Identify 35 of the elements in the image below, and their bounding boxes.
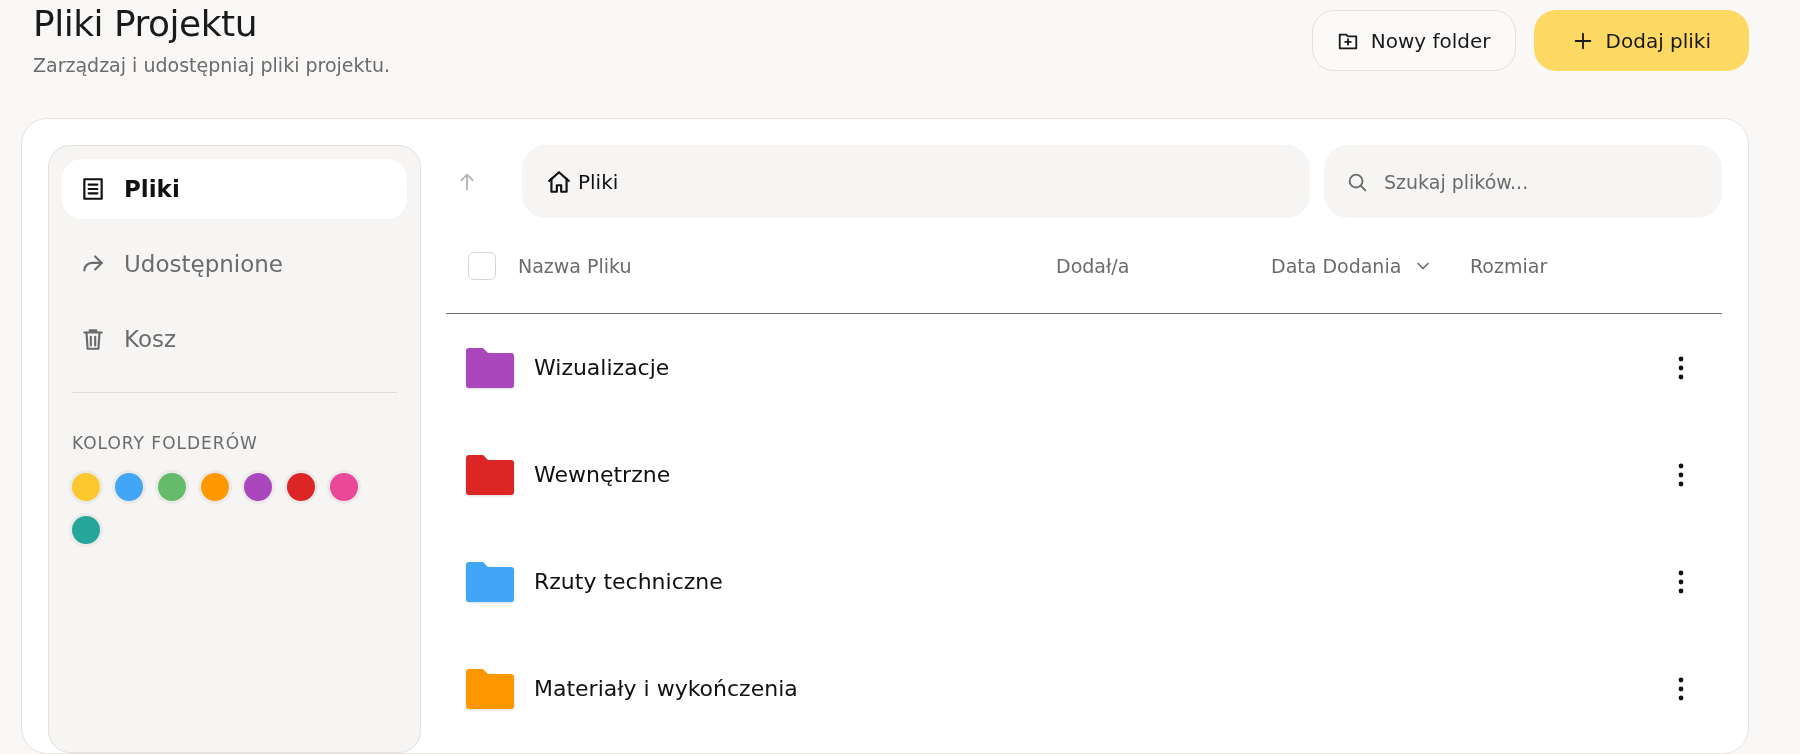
column-header[interactable]: Dodał/a [1056,254,1271,277]
column-header[interactable]: Data Dodania [1271,254,1470,277]
new-folder-button[interactable]: Nowy folder [1311,10,1516,71]
add-files-button[interactable]: Dodaj pliki [1533,10,1749,71]
color-swatch[interactable] [72,473,100,501]
sidebar-item[interactable]: Pliki [62,159,407,219]
more-options-icon[interactable] [1678,569,1684,594]
page-subtitle: Zarządzaj i udostępniaj pliki projektu. [33,54,391,76]
color-swatch[interactable] [115,473,143,501]
search-field[interactable]: Szukaj plików... [1382,169,1700,194]
folder-name[interactable]: Rzuty techniczne [534,569,1670,594]
document-icon [80,176,106,202]
more-options-icon[interactable] [1678,462,1684,487]
breadcrumb-link[interactable]: Pliki [522,145,1310,218]
home-icon [546,168,572,195]
color-swatch[interactable] [244,473,272,501]
color-swatch[interactable] [287,473,315,501]
column-header[interactable]: Rozmiar [1470,254,1548,277]
color-swatch[interactable] [201,473,229,501]
color-swatch[interactable] [72,516,100,544]
sidebar-item[interactable]: Kosz [62,309,407,369]
trash-icon [80,326,106,352]
more-options-icon[interactable] [1678,676,1684,701]
folder-name[interactable]: Materiały i wykończenia [534,676,1670,701]
folder-name[interactable]: Wizualizacje [534,355,1670,380]
color-swatch[interactable] [330,473,358,501]
color-swatch[interactable] [158,473,186,501]
folder-name[interactable]: Wewnętrzne [534,462,1670,487]
column-header[interactable]: Nazwa Pliku [518,254,1056,277]
more-options-icon[interactable] [1678,355,1684,380]
sidebar-item[interactable]: Udostępnione [62,234,407,294]
select-all-checkbox[interactable] [468,251,496,280]
section-heading: KOLORY FOLDERÓW [71,433,259,453]
page-title: Pliki Projektu [33,2,259,46]
search-bar[interactable]: Szukaj plików... [1324,145,1722,218]
